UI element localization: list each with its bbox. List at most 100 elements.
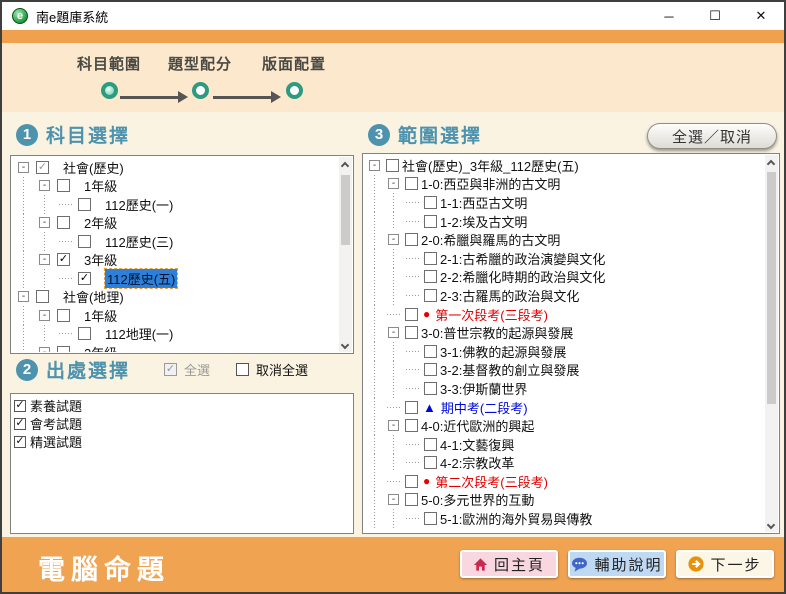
tree-node-label[interactable]: 112地理(一) xyxy=(105,324,173,343)
tree-expander-icon[interactable]: - xyxy=(384,178,403,189)
tree-checkbox[interactable] xyxy=(405,475,418,488)
tree-node-label[interactable]: 1年級 xyxy=(84,176,117,195)
source-list-item[interactable]: ✓ 會考試題 xyxy=(14,415,353,432)
tree-node-label[interactable]: 2-2:希臘化時期的政治與文化 xyxy=(440,267,605,286)
minimize-button[interactable]: ─ xyxy=(646,2,692,30)
tree-checkbox[interactable] xyxy=(424,345,437,358)
tree-checkbox[interactable] xyxy=(405,326,418,339)
tree-node-label[interactable]: 112歷史(一) xyxy=(105,195,173,214)
tree-node-label[interactable]: 3-3:伊斯蘭世界 xyxy=(440,379,527,398)
tree-node-label[interactable]: 社會(歷史)_3年級_112歷史(五) xyxy=(402,156,579,175)
scroll-down-icon[interactable] xyxy=(767,521,775,529)
tree-checkbox[interactable] xyxy=(57,309,70,322)
maximize-button[interactable]: ☐ xyxy=(692,2,738,30)
tree-expander-icon[interactable]: - xyxy=(34,217,55,228)
tree-expander-icon[interactable]: - xyxy=(34,254,55,265)
tree-checkbox[interactable] xyxy=(405,308,418,321)
source-list-item[interactable]: ✓精選試題 xyxy=(14,433,353,450)
title-bar[interactable]: e 南e題庫系統 ─ ☐ ✕ xyxy=(2,2,784,30)
tree-node-label[interactable]: 3年級 xyxy=(84,250,117,269)
tree-node-label[interactable]: 社會(歷史) xyxy=(63,158,124,177)
tree-checkbox[interactable] xyxy=(424,252,437,265)
tree-checkbox[interactable] xyxy=(405,177,418,190)
tree-node-label[interactable]: 4-1:文藝復興 xyxy=(440,435,514,454)
tree-node-label[interactable]: 2-3:古羅馬的政治與文化 xyxy=(440,286,579,305)
tree-node-label[interactable]: 5-0:多元世界的互動 xyxy=(421,490,534,509)
tree-node-label[interactable]: 5-1:歐洲的海外貿易與傳教 xyxy=(440,509,592,528)
deselect-all-checkbox[interactable] xyxy=(236,363,249,376)
tree-expander-icon[interactable]: - xyxy=(13,162,34,173)
tree-checkbox[interactable] xyxy=(424,512,437,525)
tree-node-label[interactable]: 1-2:埃及古文明 xyxy=(440,212,527,231)
home-button[interactable]: 回主頁 xyxy=(460,550,558,578)
select-all-checkbox[interactable]: ✓ xyxy=(164,363,177,376)
tree-checkbox[interactable] xyxy=(405,401,418,414)
tree-node-label[interactable]: 4-0:近代歐洲的興起 xyxy=(421,416,534,435)
tree-checkbox[interactable]: ✓ xyxy=(36,161,49,174)
tree-node-label[interactable]: 社會(地理) xyxy=(63,287,124,306)
subject-tree-scrollbar[interactable] xyxy=(339,157,352,352)
tree-node-label[interactable]: 1-1:西亞古文明 xyxy=(440,193,527,212)
tree-checkbox[interactable] xyxy=(424,270,437,283)
tree-expander-icon[interactable]: - xyxy=(34,347,55,352)
source-list-item[interactable]: ✓ 素養試題 xyxy=(14,397,353,414)
tree-node-label[interactable]: 2-0:希臘與羅馬的古文明 xyxy=(421,230,560,249)
tree-checkbox[interactable] xyxy=(424,215,437,228)
select-all-checkbox-group[interactable]: ✓ 全選 xyxy=(164,360,210,379)
deselect-all-checkbox-group[interactable]: 取消全選 xyxy=(236,360,308,379)
tree-checkbox[interactable] xyxy=(424,289,437,302)
tree-checkbox[interactable] xyxy=(405,233,418,246)
source-item-checkbox[interactable]: ✓ xyxy=(14,400,26,412)
scrollbar-thumb[interactable] xyxy=(341,175,350,245)
tree-node-label[interactable]: 3-2:基督教的創立與發展 xyxy=(440,360,579,379)
tree-node-label[interactable]: 第一次段考(三段考) xyxy=(435,305,548,324)
tree-node-label[interactable]: 2-1:古希臘的政治演變與文化 xyxy=(440,249,605,268)
tree-checkbox[interactable] xyxy=(78,235,91,248)
tree-expander-icon[interactable]: - xyxy=(34,180,55,191)
tree-node-label[interactable]: 3-0:普世宗教的起源與發展 xyxy=(421,323,573,342)
tree-expander-icon[interactable]: - xyxy=(13,291,34,302)
tree-node-label[interactable]: 4-2:宗教改革 xyxy=(440,453,514,472)
range-tree-scrollbar[interactable] xyxy=(765,155,778,532)
source-item-label[interactable]: 素養試題 xyxy=(30,396,82,415)
scroll-up-icon[interactable] xyxy=(767,160,775,168)
tree-node-label[interactable]: 第二次段考(三段考) xyxy=(435,472,548,491)
tree-checkbox[interactable] xyxy=(424,363,437,376)
tree-checkbox[interactable] xyxy=(424,382,437,395)
tree-checkbox[interactable] xyxy=(405,419,418,432)
deselect-all-label[interactable]: 取消全選 xyxy=(256,360,308,379)
tree-expander-icon[interactable]: - xyxy=(384,327,403,338)
tree-checkbox[interactable] xyxy=(405,493,418,506)
tree-checkbox[interactable] xyxy=(424,438,437,451)
tree-checkbox[interactable]: ✓ xyxy=(57,253,70,266)
tree-checkbox[interactable] xyxy=(36,290,49,303)
toggle-select-all-button[interactable]: 全選／取消 xyxy=(647,123,777,149)
tree-checkbox[interactable] xyxy=(78,198,91,211)
source-item-checkbox[interactable]: ✓ xyxy=(14,436,26,448)
next-step-button[interactable]: 下一步 xyxy=(676,550,774,578)
source-item-checkbox[interactable]: ✓ xyxy=(14,418,26,430)
tree-node-label[interactable]: 2年級 xyxy=(84,213,117,232)
scroll-up-icon[interactable] xyxy=(341,162,349,170)
help-button[interactable]: 輔助說明 xyxy=(568,550,666,578)
tree-checkbox[interactable] xyxy=(386,159,399,172)
tree-node-label[interactable]: 1年級 xyxy=(84,306,117,325)
tree-checkbox[interactable]: ✓ xyxy=(78,272,91,285)
tree-node-label[interactable]: 3-1:佛教的起源與發展 xyxy=(440,342,566,361)
select-all-label[interactable]: 全選 xyxy=(184,360,210,379)
scroll-down-icon[interactable] xyxy=(341,341,349,349)
source-item-label[interactable]: 會考試題 xyxy=(30,414,82,433)
tree-checkbox[interactable] xyxy=(424,196,437,209)
tree-expander-icon[interactable]: - xyxy=(384,494,403,505)
scrollbar-thumb[interactable] xyxy=(767,172,776,404)
tree-expander-icon[interactable]: - xyxy=(384,420,403,431)
tree-checkbox[interactable] xyxy=(57,216,70,229)
tree-expander-icon[interactable]: - xyxy=(365,160,384,171)
tree-node-label[interactable]: 112歷史(三) xyxy=(105,232,173,251)
tree-checkbox[interactable] xyxy=(78,327,91,340)
close-button[interactable]: ✕ xyxy=(738,2,784,30)
tree-checkbox[interactable] xyxy=(57,346,70,352)
tree-checkbox[interactable] xyxy=(57,179,70,192)
tree-node-label[interactable]: 2年級 xyxy=(84,343,117,352)
tree-node-label[interactable]: 1-0:西亞與非洲的古文明 xyxy=(421,174,560,193)
